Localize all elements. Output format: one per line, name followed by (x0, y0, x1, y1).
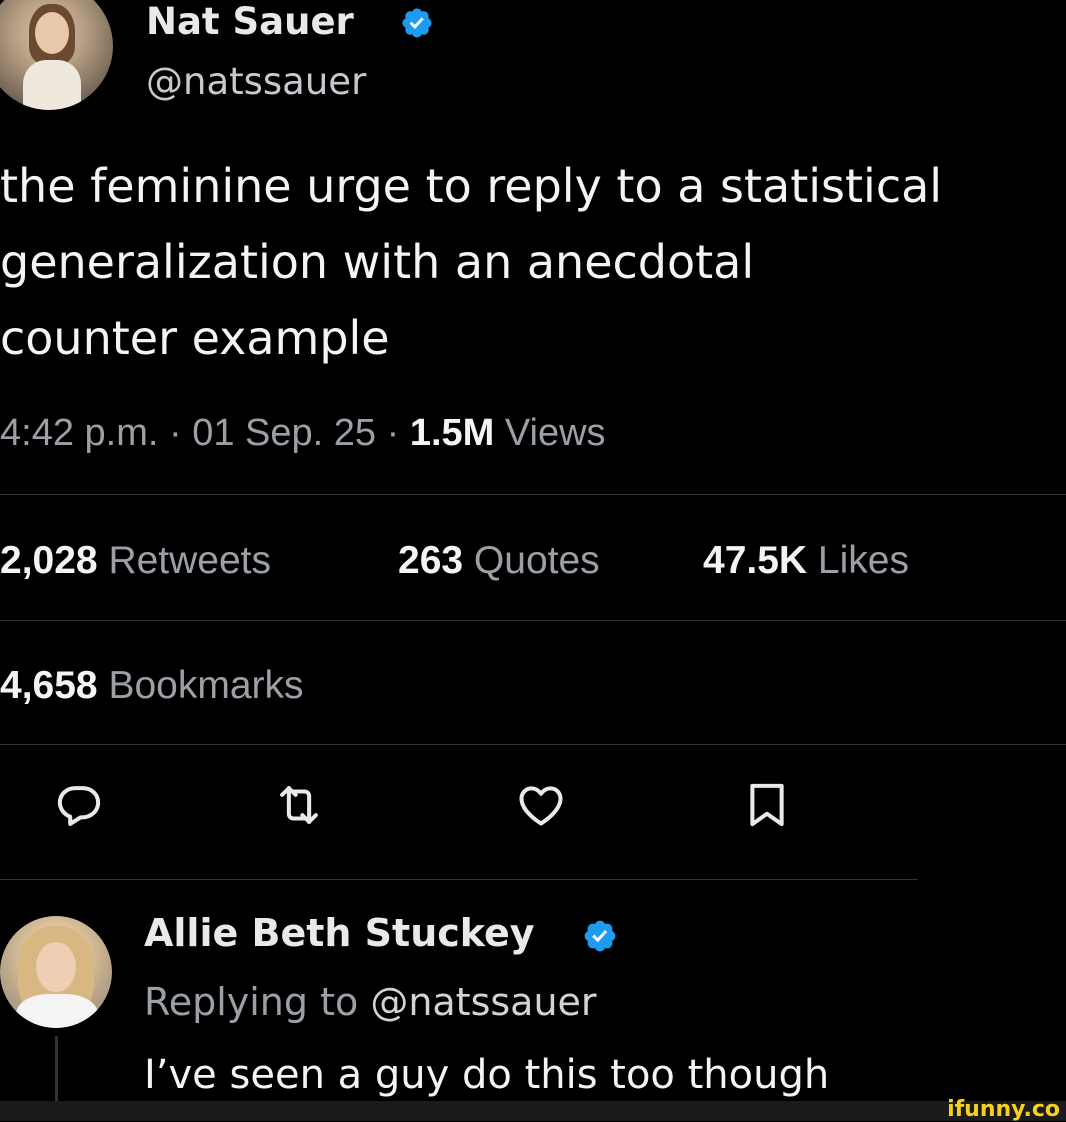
verified-badge-icon (582, 918, 618, 954)
likes-count: 47.5K (703, 539, 808, 582)
reply-author-avatar[interactable] (0, 916, 112, 1028)
divider (0, 494, 1066, 495)
footer-bar (0, 1101, 1066, 1121)
retweets-label: Retweets (97, 539, 272, 582)
quotes-stat[interactable]: 263 Quotes (398, 538, 600, 584)
bookmarks-stat[interactable]: 4,658 Bookmarks (0, 663, 304, 709)
views-label: Views (494, 412, 606, 454)
meta-separator: · (376, 412, 410, 454)
reply-text: I’ve seen a guy do this too though (144, 1052, 830, 1098)
replying-to-prefix: Replying to (144, 980, 371, 1024)
retweets-stat[interactable]: 2,028 Retweets (0, 538, 271, 584)
likes-stat[interactable]: 47.5K Likes (703, 538, 909, 584)
tweet-time[interactable]: 4:42 p.m. (0, 412, 158, 454)
replying-to-line: Replying to @natssauer (144, 978, 597, 1026)
bookmarks-label: Bookmarks (97, 664, 304, 707)
author-name[interactable]: Nat Sauer (146, 0, 354, 44)
reply-icon[interactable] (52, 778, 106, 832)
bookmarks-count: 4,658 (0, 664, 98, 707)
reply-author-name[interactable]: Allie Beth Stuckey (144, 910, 535, 956)
author-avatar[interactable] (0, 0, 113, 110)
quotes-count: 263 (398, 539, 464, 582)
tweet-date[interactable]: 01 Sep. 25 (192, 412, 376, 454)
author-handle[interactable]: @natssauer (146, 60, 366, 104)
tweet-text: the feminine urge to reply to a statisti… (0, 159, 943, 365)
retweets-count: 2,028 (0, 539, 98, 582)
verified-badge-icon (400, 6, 434, 40)
divider (0, 620, 1066, 621)
divider (0, 879, 918, 880)
divider (0, 744, 1066, 745)
bookmark-icon[interactable] (740, 778, 794, 832)
tweet-meta: 4:42 p.m. · 01 Sep. 25 · 1.5M Views (0, 410, 606, 456)
quotes-label: Quotes (463, 539, 600, 582)
retweet-icon[interactable] (272, 778, 326, 832)
replying-to-handle[interactable]: @natssauer (370, 980, 596, 1024)
views-count: 1.5M (409, 412, 495, 454)
likes-label: Likes (807, 539, 909, 582)
ifunny-watermark: ifunny.co (947, 1097, 1060, 1122)
meta-separator: · (158, 412, 193, 454)
like-icon[interactable] (514, 778, 568, 832)
